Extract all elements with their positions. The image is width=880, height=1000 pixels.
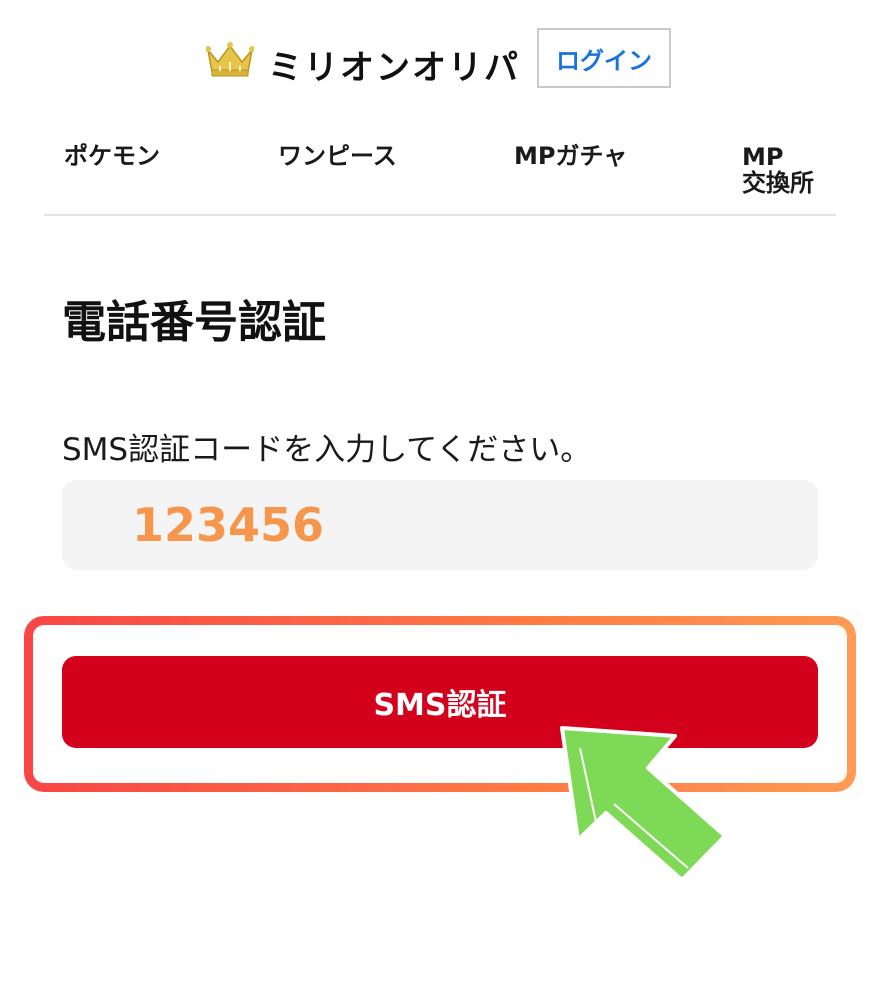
nav-item-mp-exchange-line2: 交換所 — [742, 169, 814, 197]
nav-item-onepiece[interactable]: ワンピース — [278, 142, 397, 170]
nav-item-mp-gacha[interactable]: MPガチャ — [514, 142, 627, 170]
page-title: 電話番号認証 — [62, 297, 326, 348]
nav-item-mp-exchange[interactable]: MP 交換所 — [742, 144, 814, 196]
nav-item-mp-exchange-line1: MP — [742, 143, 784, 171]
crown-icon — [206, 42, 254, 77]
header: ミリオンオリパ ログイン — [0, 0, 880, 120]
category-nav: ポケモン ワンピース MPガチャ MP 交換所 — [44, 130, 836, 216]
arrow-pointer-icon — [560, 726, 727, 882]
brand-name[interactable]: ミリオンオリパ — [268, 40, 520, 89]
sms-code-input[interactable]: 123456 — [62, 480, 818, 570]
nav-item-pokemon[interactable]: ポケモン — [64, 142, 160, 170]
login-button[interactable]: ログイン — [537, 28, 671, 88]
instruction-text: SMS認証コードを入力してください。 — [62, 432, 592, 468]
